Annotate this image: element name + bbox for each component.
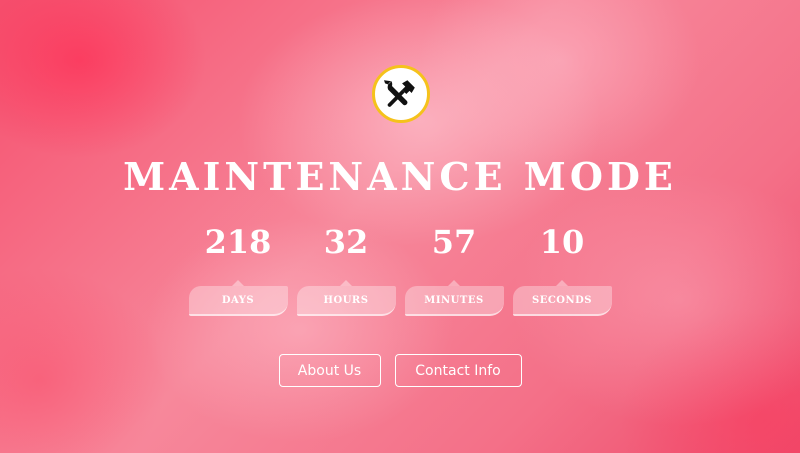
- countdown-label: DAYS: [188, 286, 288, 316]
- countdown-value: 57: [431, 223, 477, 261]
- countdown-value: 218: [204, 223, 272, 261]
- countdown-timer: 218 DAYS 32 HOURS 57 MINUTES 10 SECONDS: [0, 222, 800, 316]
- about-us-button[interactable]: About Us: [278, 354, 381, 387]
- action-buttons: About Us Contact Info: [0, 354, 800, 387]
- countdown-label-badge: SECONDS: [512, 280, 612, 316]
- countdown-label: SECONDS: [512, 286, 612, 316]
- countdown-value: 32: [323, 223, 369, 261]
- countdown-label-badge: DAYS: [188, 280, 288, 316]
- countdown-label: HOURS: [296, 286, 396, 316]
- countdown-hours: 32 HOURS: [296, 222, 396, 316]
- contact-info-button[interactable]: Contact Info: [394, 354, 522, 387]
- countdown-minutes: 57 MINUTES: [404, 222, 504, 316]
- countdown-seconds: 10 SECONDS: [512, 222, 612, 316]
- page-title: MAINTENANCE MODE: [123, 154, 677, 199]
- countdown-value: 10: [539, 223, 585, 261]
- tools-icon: [384, 80, 415, 107]
- countdown-label-badge: HOURS: [296, 280, 396, 316]
- countdown-days: 218 DAYS: [188, 222, 288, 316]
- maintenance-logo: [372, 65, 430, 123]
- countdown-label-badge: MINUTES: [404, 280, 504, 316]
- countdown-label: MINUTES: [404, 286, 504, 316]
